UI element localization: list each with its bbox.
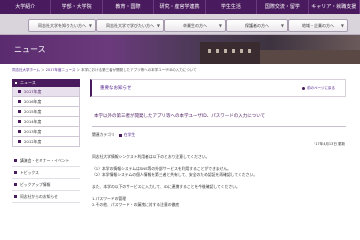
sidebar: ニュース 2017年度 2016年度 2015年度 2014年度 2013年度 …: [12, 79, 80, 203]
chevron-down-icon: ▼: [280, 23, 284, 28]
sidebar-link-label: 講演会・セミナー・イベント: [20, 158, 70, 163]
sidebar-link-notices[interactable]: 同志社からのお知らせ: [12, 191, 80, 203]
audience-tab-study[interactable]: 同志社大学で学びたい方へ ▼: [96, 19, 164, 32]
notice-box: 重要なお知らせ 前のページに戻る: [90, 79, 346, 97]
square-bullet-icon: [18, 120, 21, 123]
topnav-item-about[interactable]: 大学紹介: [0, 0, 52, 14]
category-link[interactable]: 在学生: [124, 132, 135, 137]
banner-window: [224, 49, 227, 53]
banner-window: [208, 49, 211, 53]
square-bullet-icon: [18, 110, 21, 113]
page-title: ニュース: [14, 45, 46, 54]
top-navigation: 大学紹介 学部・大学院 教育・国際 研究・産官学連携 学生生活 国際交流・留学 …: [0, 0, 360, 14]
square-bullet-icon: [14, 195, 17, 198]
article-body: 同志社大学情報シンクスト利用者は以下のとおり注意してください。 （1）本学の情報…: [92, 154, 346, 208]
square-bullet-icon: [14, 171, 17, 174]
audience-tab-label: 地域・企業の方へ: [302, 23, 334, 28]
breadcrumb: 同志社大学ホーム ＞ 2017年度ニュース ＞ 本学における第三者が開発したアプ…: [12, 68, 197, 73]
sidebar-year-label: 2017年度: [24, 89, 42, 94]
article-category: 関連カテゴリ 在学生: [92, 132, 135, 138]
sidebar-year-2012[interactable]: 2012年度: [12, 137, 80, 147]
chevron-down-icon: ▼: [88, 23, 92, 28]
notice-label: 重要なお知らせ: [100, 86, 132, 91]
article-paragraph: 2.その他、パスワード・の漏洩に対する注意の徹底: [92, 202, 180, 207]
back-link-label: 前のページに戻る: [307, 86, 335, 90]
sidebar-year-label: 2016年度: [24, 99, 42, 104]
topnav-item-international[interactable]: 国際交流・留学: [257, 0, 309, 14]
sidebar-link-pickup[interactable]: ピックアップ情報: [12, 179, 80, 191]
audience-tab-know[interactable]: 同志社大学を知りたい方へ ▼: [28, 19, 96, 32]
topnav-item-education[interactable]: 教育・国際: [103, 0, 155, 14]
article-date: '17年4月13日 更新: [314, 142, 345, 146]
audience-navigation: 同志社大学を知りたい方へ ▼ 同志社大学で学びたい方へ ▼ 卒業生の方へ ▼ 保護者の…: [0, 14, 360, 35]
divider: [92, 126, 346, 127]
audience-tab-alumni[interactable]: 卒業生の方へ ▼: [164, 19, 226, 32]
square-bullet-icon: [18, 140, 21, 143]
breadcrumb-section-link[interactable]: 2017年度ニュース: [46, 68, 76, 72]
topnav-item-research[interactable]: 研究・産官学連携: [154, 0, 206, 14]
article-title: 本学以外の第三者が開発したアプリ等への本学ユーザID、パスワードの入力について: [94, 114, 266, 119]
banner-window: [240, 49, 243, 53]
square-bullet-icon: [14, 183, 17, 186]
banner-building-image: [260, 50, 360, 64]
sidebar-year-label: 2015年度: [24, 109, 42, 114]
banner-window: [216, 49, 219, 53]
banner-building-image: [200, 42, 260, 64]
sidebar-link-label: ピックアップ情報: [20, 182, 51, 187]
chevron-down-icon: ▼: [156, 23, 160, 28]
square-bullet-icon: [18, 90, 21, 93]
sidebar-year-2017[interactable]: 2017年度: [12, 87, 80, 97]
sidebar-link-label: 同志社からのお知らせ: [20, 194, 58, 199]
audience-tab-label: 卒業生の方へ: [183, 23, 207, 28]
sidebar-heading[interactable]: ニュース: [12, 79, 80, 87]
sidebar-year-label: 2013年度: [24, 129, 42, 134]
arrow-bullet-icon: [302, 86, 306, 90]
sidebar-year-2014[interactable]: 2014年度: [12, 117, 80, 127]
sidebar-year-2015[interactable]: 2015年度: [12, 107, 80, 117]
sidebar-year-2013[interactable]: 2013年度: [12, 127, 80, 137]
sidebar-year-label: 2014年度: [24, 119, 42, 124]
audience-tab-label: 同志社大学で学びたい方へ: [106, 23, 154, 28]
chevron-down-icon: ▼: [218, 23, 222, 28]
square-bullet-icon: [118, 133, 122, 137]
banner-window: [232, 49, 235, 53]
topnav-item-faculties[interactable]: 学部・大学院: [51, 0, 103, 14]
square-bullet-icon: [14, 159, 17, 162]
sidebar-link-label: トピックス: [20, 170, 39, 175]
sidebar-link-events[interactable]: 講演会・セミナー・イベント: [12, 155, 80, 167]
chevron-down-icon: ▼: [340, 23, 344, 28]
audience-tab-label: 保護者の方へ: [245, 23, 269, 28]
audience-tab-label: 同志社大学を知りたい方へ: [38, 23, 86, 28]
audience-tab-parents[interactable]: 保護者の方へ ▼: [226, 19, 288, 32]
breadcrumb-home-link[interactable]: 同志社大学ホーム: [12, 68, 40, 72]
category-label: 関連カテゴリ: [92, 132, 115, 137]
sidebar-link-topics[interactable]: トピックス: [12, 167, 80, 179]
topnav-item-career[interactable]: キャリア・就職支援: [309, 0, 360, 14]
square-bullet-icon: [18, 130, 21, 133]
back-link[interactable]: 前のページに戻る: [302, 86, 335, 91]
breadcrumb-current: 本学における第三者が開発したアプリ等への本学ユーザIDの入力について: [81, 68, 197, 72]
banner-window: [248, 49, 251, 53]
square-bullet-icon: [18, 100, 21, 103]
sidebar-year-label: 2012年度: [24, 139, 42, 144]
page-banner: ニュース: [0, 35, 360, 64]
topnav-item-student-life[interactable]: 学生生活: [206, 0, 258, 14]
sidebar-year-2016[interactable]: 2016年度: [12, 97, 80, 107]
audience-tab-community[interactable]: 地域・企業の方へ ▼: [288, 19, 348, 32]
main-content: 重要なお知らせ 前のページに戻る: [90, 79, 346, 97]
